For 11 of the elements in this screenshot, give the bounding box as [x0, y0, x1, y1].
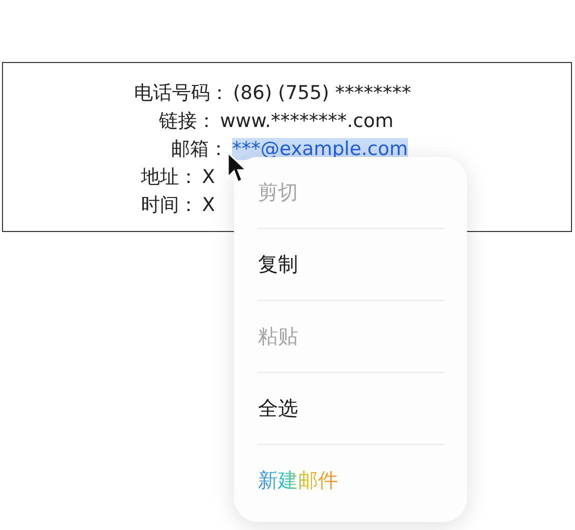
field-value: X — [202, 166, 216, 188]
field-value: www.********.com — [220, 110, 394, 132]
field-label: 链接： — [159, 109, 216, 134]
field-value: (86) (755) ******** — [233, 82, 412, 104]
field-value: X — [202, 194, 216, 216]
menu-item[interactable]: 复制 — [258, 251, 298, 278]
field-label: 电话号码： — [134, 81, 229, 106]
field-label: 邮箱： — [171, 137, 228, 162]
field-label: 地址： — [141, 165, 198, 190]
field-label: 时间： — [141, 193, 198, 218]
menu-item[interactable]: 全选 — [258, 395, 298, 422]
